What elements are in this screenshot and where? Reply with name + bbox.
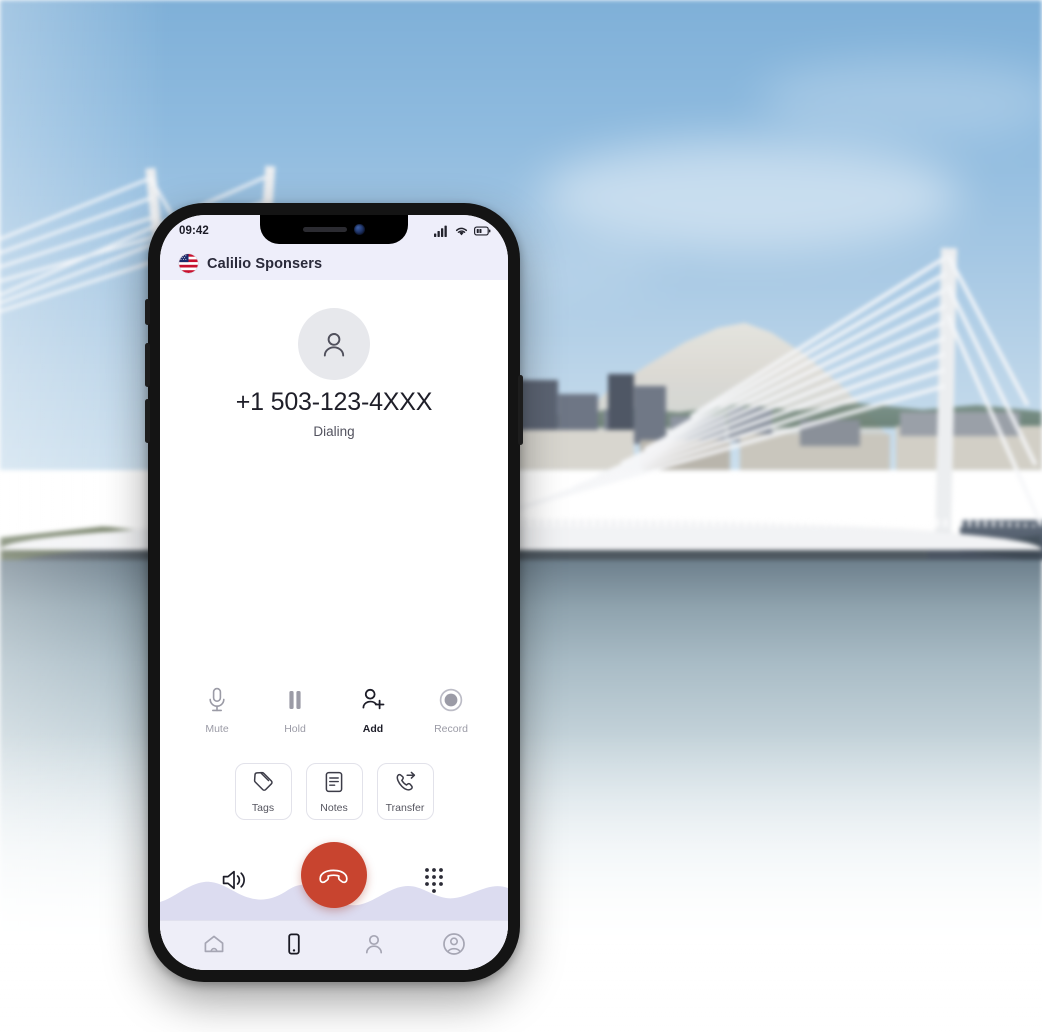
wifi-icon [455,227,468,236]
record-button[interactable]: Record [422,685,480,735]
home-icon [204,935,224,952]
person-icon [365,934,383,953]
call-controls-row [160,842,508,908]
nav-item-contacts[interactable] [352,931,396,957]
person-add-icon [344,685,402,715]
mute-label: Mute [205,723,229,735]
hold-button[interactable]: Hold [266,685,324,735]
record-icon [422,685,480,715]
status-time: 09:42 [179,225,209,237]
mute-button[interactable]: Mute [188,685,246,735]
person-avatar-icon [323,333,345,357]
notes-label: Notes [320,801,348,814]
contact-block: +1 503-123-4XXX Dialing [160,280,508,439]
nav-item-account[interactable] [432,931,476,957]
app-header-title: Calilio Sponsers [207,255,323,272]
microphone-icon [188,685,246,715]
phone-screen: 09:42 Calilio Sponsers +1 503-123-4XXX D… [160,215,508,970]
call-screen: +1 503-123-4XXX Dialing Mute Hold Add Re… [160,280,508,970]
transfer-label: Transfer [385,801,425,814]
pause-icon [266,685,324,715]
add-label: Add [362,723,384,735]
note-icon [322,770,346,799]
secondary-actions-row: Tags Notes Transfer [160,763,508,820]
callee-number: +1 503-123-4XXX [235,388,433,416]
nav-item-home[interactable] [192,931,236,957]
dialpad-icon [424,868,443,893]
add-button[interactable]: Add [344,685,402,735]
cellular-signal-icon [434,225,447,237]
notes-button[interactable]: Notes [305,763,363,820]
end-call-button[interactable] [300,842,367,908]
bottom-nav [160,920,508,970]
phone-device-icon [288,933,300,955]
tag-icon [251,770,275,799]
speaker-button[interactable] [212,867,256,893]
end-call-icon [319,869,349,883]
phone-mockup: 09:42 Calilio Sponsers +1 503-123-4XXX D… [145,203,523,982]
us-flag-icon [179,254,198,273]
transfer-button[interactable]: Transfer [376,763,434,820]
battery-icon [474,226,491,236]
power-button[interactable] [518,375,523,445]
tags-button[interactable]: Tags [234,763,292,820]
app-header: Calilio Sponsers [160,247,508,280]
earpiece-speaker-icon [303,227,347,232]
volume-down-button[interactable] [145,399,150,443]
front-camera-icon [354,224,365,235]
nav-item-calls[interactable] [272,931,316,957]
phone-notch [260,215,408,244]
primary-actions-row: Mute Hold Add Record [160,685,508,735]
tags-label: Tags [251,801,275,814]
volume-up-button[interactable] [145,343,150,387]
hold-label: Hold [284,723,306,735]
mute-switch-button[interactable] [145,299,150,325]
cloud [760,60,1042,140]
cloud [540,140,960,250]
record-label: Record [434,723,468,735]
call-transfer-icon [393,770,417,799]
speaker-icon [222,870,245,890]
avatar [298,308,370,380]
account-circle-icon [443,932,465,955]
keypad-button[interactable] [412,866,456,894]
call-status: Dialing [313,423,355,439]
